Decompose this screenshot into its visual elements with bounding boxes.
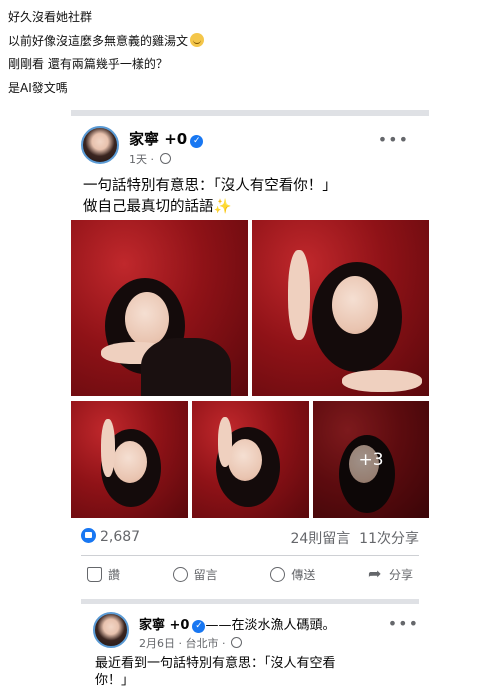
comment-label: 留言 [193, 567, 218, 582]
globe-icon [159, 153, 171, 164]
sparkles-icon: ✨ [213, 199, 232, 215]
like-reaction-icon [81, 528, 96, 543]
author-avatar[interactable] [81, 126, 119, 164]
post-photo-2[interactable] [252, 220, 429, 396]
globe-icon [230, 637, 242, 648]
second-post-location[interactable]: ——在淡水漁人碼頭。 [205, 618, 335, 633]
comment-icon [172, 566, 188, 582]
second-post-author[interactable]: 家寧 +0 ✓ ——在淡水漁人碼頭。 [139, 614, 335, 633]
messenger-icon [270, 566, 286, 582]
share-button[interactable]: 分享 [362, 561, 419, 587]
verified-badge-icon: ✓ [192, 620, 206, 633]
post-actions: 讚 留言 傳送 分享 [81, 561, 419, 587]
second-post-header: 家寧 +0 ✓ ——在淡水漁人碼頭。 2月6日 · 台北市 · ••• [93, 610, 423, 656]
actions-divider [81, 555, 419, 556]
smiling-face-emoji-icon [190, 32, 205, 47]
like-button[interactable]: 讚 [81, 561, 126, 587]
post-text-line-2: 做自己最真切的話語✨ [83, 197, 337, 218]
like-label: 讚 [108, 567, 121, 582]
author-name[interactable]: 家寧 +0 ✓ [129, 128, 204, 149]
post-time[interactable]: 1天 [129, 153, 147, 166]
reaction-count[interactable]: 2,687 [100, 529, 140, 545]
send-label: 傳送 [291, 567, 316, 582]
second-post-avatar[interactable] [93, 612, 129, 648]
more-options-icon[interactable]: ••• [388, 614, 419, 633]
post-meta: 1天 · [129, 151, 171, 167]
post-separator [81, 599, 419, 604]
intro-line-2: 以前好像沒這麼多無意義的雞湯文 [8, 30, 205, 54]
share-icon [368, 564, 383, 583]
post-text-line-1: 一句話特別有意思：「沒人有空看你！」 [83, 178, 337, 194]
intro-text: 好久沒看她社群 以前好像沒這麼多無意義的雞湯文 剛剛看 還有兩篇幾乎一樣的？ 是… [8, 6, 205, 100]
share-label: 分享 [388, 567, 413, 582]
second-post-text-line-2: 你！」 [95, 673, 135, 688]
intro-line-3: 剛剛看 還有兩篇幾乎一樣的？ [8, 57, 168, 71]
facebook-post-screenshot: 家寧 +0 ✓ 1天 · ••• 一句話特別有意思：「沒人有空看你！」 做自己最真… [71, 110, 429, 686]
intro-line-2-text: 以前好像沒這麼多無意義的雞湯文 [8, 33, 189, 48]
send-button[interactable]: 傳送 [264, 561, 321, 587]
second-post-text: 最近看到一句話特別有意思：「沒人有空看 你！」 [95, 655, 336, 689]
author-name-text[interactable]: 家寧 +0 [129, 130, 187, 148]
post-photo-4[interactable] [192, 401, 309, 518]
post-photo-5[interactable]: +3 [313, 401, 429, 518]
post-photo-1[interactable] [71, 220, 248, 396]
second-post-meta-text[interactable]: 2月6日 · 台北市 · [139, 637, 225, 650]
engagement-stats: 24則留言 11次分享 [290, 528, 419, 548]
post-text-line-2-text: 做自己最真切的話語 [83, 199, 214, 215]
post-header: 家寧 +0 ✓ 1天 · ••• [81, 124, 421, 174]
comment-button[interactable]: 留言 [167, 561, 224, 587]
thumbs-up-icon [87, 566, 102, 582]
second-post-author-name[interactable]: 家寧 +0 [139, 618, 189, 633]
comment-count[interactable]: 24則留言 [290, 531, 350, 547]
verified-badge-icon: ✓ [190, 135, 204, 148]
feed-separator [71, 110, 429, 116]
more-photos-overlay[interactable]: +3 [313, 401, 429, 518]
reactions-bar: 2,687 24則留言 11次分享 [81, 528, 419, 548]
intro-line-1: 好久沒看她社群 [8, 10, 93, 24]
second-post-meta: 2月6日 · 台北市 · [139, 635, 242, 651]
second-post-text-line-1: 最近看到一句話特別有意思：「沒人有空看 [95, 656, 336, 671]
more-options-icon[interactable]: ••• [378, 130, 409, 149]
share-count[interactable]: 11次分享 [359, 531, 419, 547]
intro-line-4: 是AI發文嗎 [8, 80, 68, 95]
post-photo-3[interactable] [71, 401, 188, 518]
post-text: 一句話特別有意思：「沒人有空看你！」 做自己最真切的話語✨ [83, 176, 337, 218]
